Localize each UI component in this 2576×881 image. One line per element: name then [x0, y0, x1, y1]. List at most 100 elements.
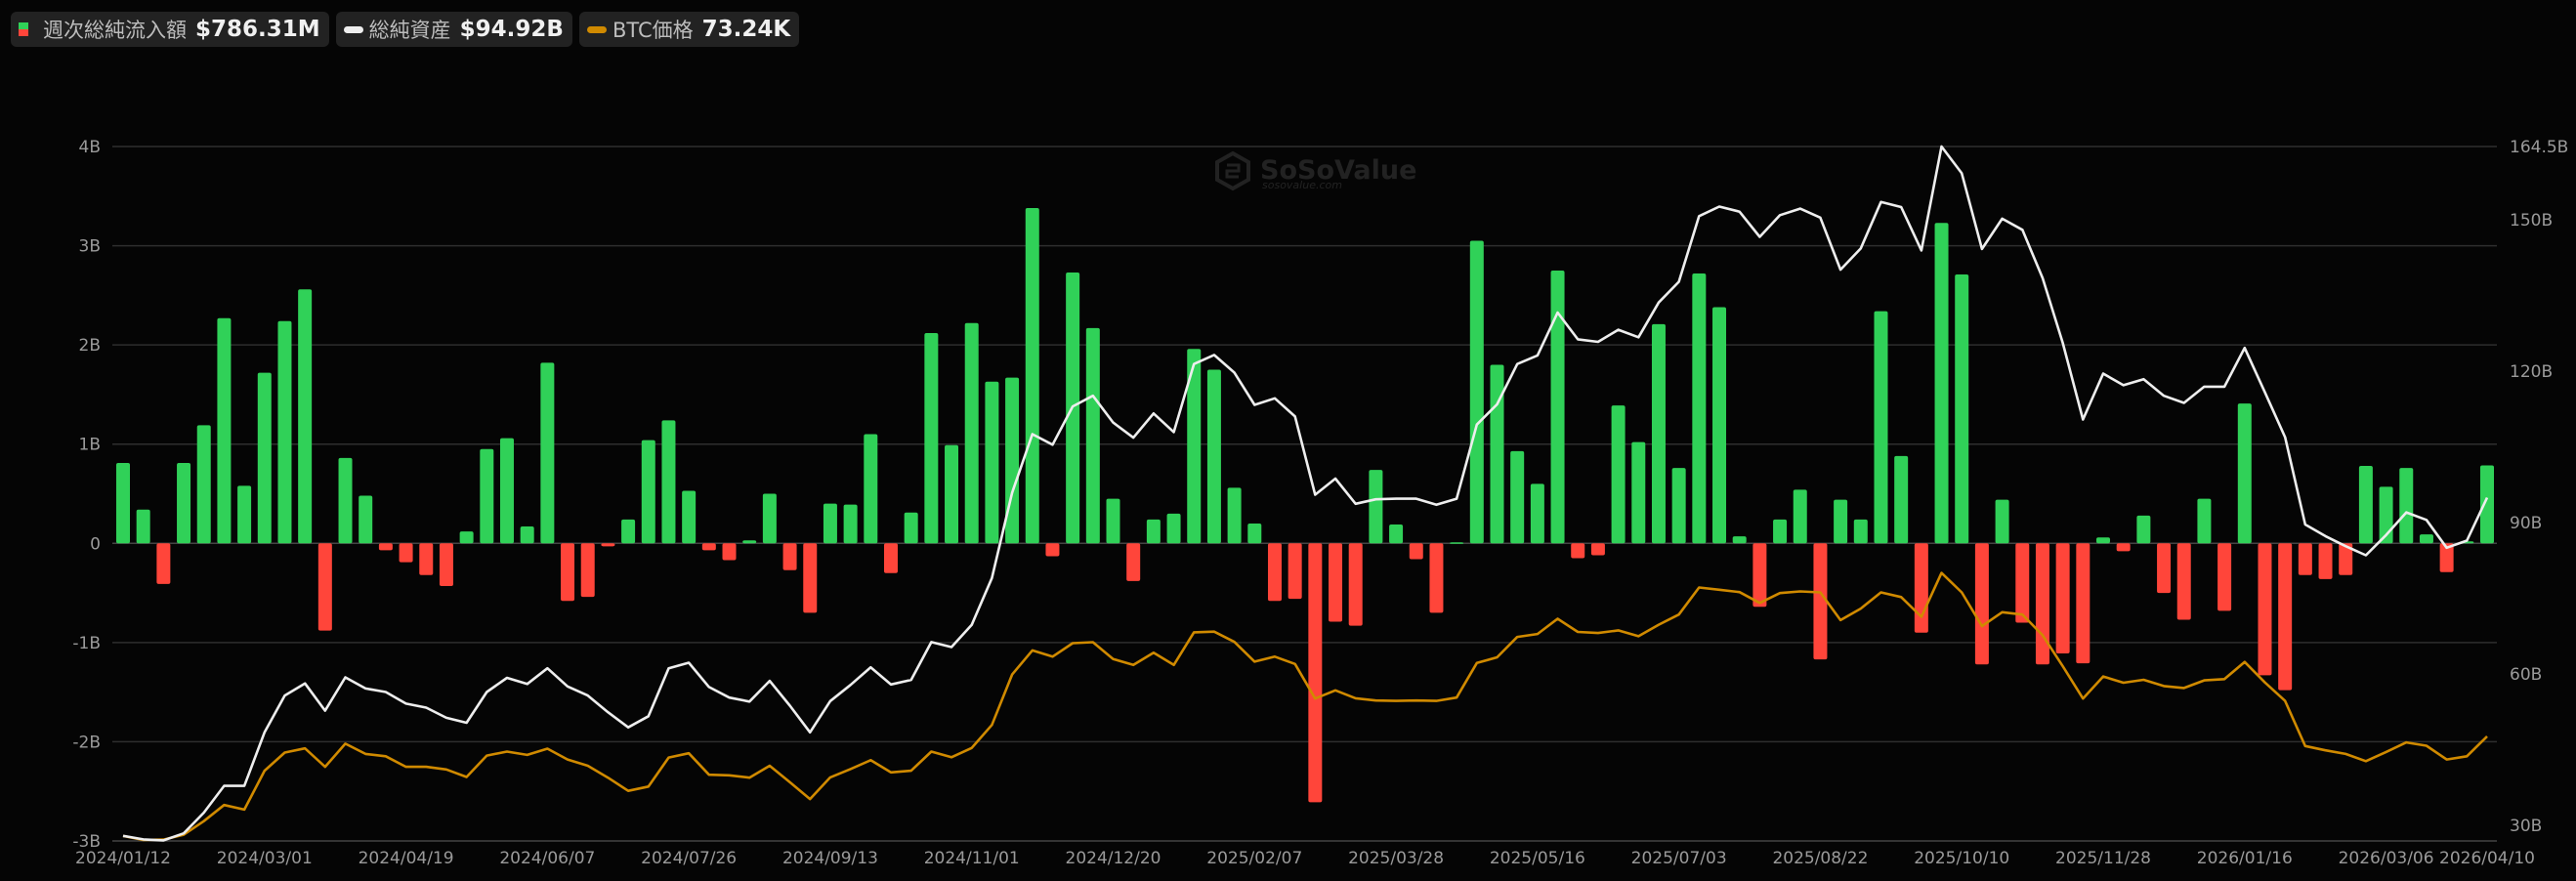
flow-bar — [2176, 543, 2191, 620]
right-axis-tick-label: 120B — [2510, 362, 2553, 382]
flow-bar — [1874, 311, 1888, 544]
flow-bar — [1106, 498, 1120, 544]
flow-bar — [985, 381, 999, 544]
flow-bar — [924, 332, 939, 544]
flow-bar — [196, 425, 211, 544]
flow-bar — [1126, 543, 1141, 581]
flow-bar — [459, 531, 474, 544]
flow-bar — [1247, 523, 1262, 544]
flow-bar — [1995, 499, 2009, 544]
flow-bar — [378, 543, 393, 551]
flow-bar — [1631, 441, 1646, 544]
flow-bar — [1267, 543, 1282, 602]
x-axis-tick-label: 2025/11/28 — [2055, 849, 2151, 868]
flow-bar — [1773, 519, 1788, 544]
flow-bar — [359, 495, 373, 544]
flow-bar — [1590, 543, 1605, 556]
flow-bar — [2358, 466, 2373, 544]
flow-bar — [2278, 543, 2293, 691]
flow-bar — [883, 543, 898, 573]
x-axis-tick-label: 2024/07/26 — [641, 849, 737, 868]
flow-bar — [701, 543, 716, 551]
flow-bar — [1853, 519, 1868, 544]
x-axis-tick-label: 2026/04/10 — [2439, 849, 2535, 868]
flow-bar — [1671, 468, 1686, 544]
watermark-site: sosovalue.com — [1262, 179, 1342, 191]
flow-bar — [480, 448, 494, 544]
flow-bar — [439, 543, 453, 586]
flow-bar — [1692, 273, 1707, 544]
left-axis-tick-label: 1B — [79, 436, 101, 455]
flow-bar — [661, 420, 676, 544]
flow-bar — [1085, 327, 1100, 544]
x-axis-tick-label: 2026/03/06 — [2339, 849, 2434, 868]
flow-bar — [177, 463, 191, 544]
flow-bar — [1206, 369, 1221, 544]
flow-bar — [399, 543, 413, 563]
x-axis-tick-label: 2025/10/10 — [1914, 849, 2009, 868]
flow-bar — [2076, 543, 2090, 664]
flow-bar — [520, 526, 534, 544]
flow-bar — [682, 490, 697, 544]
x-axis-tick-label: 2025/08/22 — [1772, 849, 1868, 868]
flow-bar — [2258, 543, 2272, 676]
flow-bar — [722, 543, 737, 561]
flow-bar — [2419, 534, 2433, 544]
left-axis-tick-label: 0 — [90, 534, 101, 554]
x-axis-tick-label: 2024/01/12 — [75, 849, 171, 868]
flow-bar — [1894, 455, 1909, 544]
flow-bar — [864, 434, 878, 544]
x-axis-tick-label: 2024/09/13 — [782, 849, 878, 868]
sosovalue-logo-icon — [1215, 150, 1250, 191]
flow-bar — [237, 485, 252, 544]
x-axis-tick-label: 2025/02/07 — [1206, 849, 1302, 868]
watermark: SoSoValue sosovalue.com — [1215, 150, 1416, 191]
right-axis-tick-label: 90B — [2510, 514, 2542, 533]
flow-bar — [419, 543, 434, 575]
flow-bar — [641, 440, 655, 544]
flow-bar — [762, 493, 777, 544]
flow-bar — [116, 463, 130, 544]
flow-bar — [1025, 207, 1039, 544]
flow-bar — [1288, 543, 1302, 600]
flow-bar — [2157, 543, 2172, 594]
flow-bar — [1045, 543, 1060, 557]
right-axis-tick-label: 164.5B — [2510, 138, 2568, 157]
left-axis-tick-label: 2B — [79, 336, 101, 356]
flow-bar — [601, 543, 615, 547]
flow-bar — [1429, 543, 1444, 613]
flow-bar — [1712, 307, 1727, 544]
flow-bar — [156, 543, 171, 584]
flow-bar — [2197, 498, 2212, 544]
flow-bar — [1329, 543, 1343, 622]
flow-bar — [803, 543, 818, 613]
flow-bar — [1571, 543, 1585, 559]
flow-bar — [2237, 403, 2252, 544]
flow-bar — [561, 543, 575, 602]
flow-bar — [1490, 364, 1504, 544]
flow-bar — [1651, 323, 1666, 544]
right-axis-tick-label: 30B — [2510, 817, 2542, 836]
flow-bar — [904, 512, 918, 544]
flow-bar — [2035, 543, 2049, 665]
flow-bar — [1166, 513, 1181, 544]
x-axis-tick-label: 2025/05/16 — [1490, 849, 1585, 868]
flow-bar — [843, 504, 858, 544]
flow-bar — [136, 509, 150, 544]
flow-bar — [1934, 223, 1949, 544]
right-axis-tick-label: 150B — [2510, 211, 2553, 231]
flow-bar — [1834, 499, 1848, 544]
flow-bar — [1369, 470, 1383, 544]
x-axis-tick-label: 2025/07/03 — [1631, 849, 1727, 868]
flow-bar — [1308, 543, 1323, 803]
flow-bar — [2318, 543, 2333, 579]
x-axis-tick-label: 2026/01/16 — [2197, 849, 2293, 868]
etf-flow-chart: SoSoValue sosovalue.com 4B3B2B1B0-1B-2B-… — [72, 138, 2568, 868]
flow-bar — [1793, 489, 1807, 544]
x-axis-tick-label: 2024/11/01 — [924, 849, 1020, 868]
flow-bar — [1409, 543, 1423, 560]
flow-bar — [1227, 487, 1242, 544]
left-axis-tick-label: 4B — [79, 138, 101, 157]
flow-bar — [621, 519, 636, 544]
flow-bar — [945, 444, 959, 544]
